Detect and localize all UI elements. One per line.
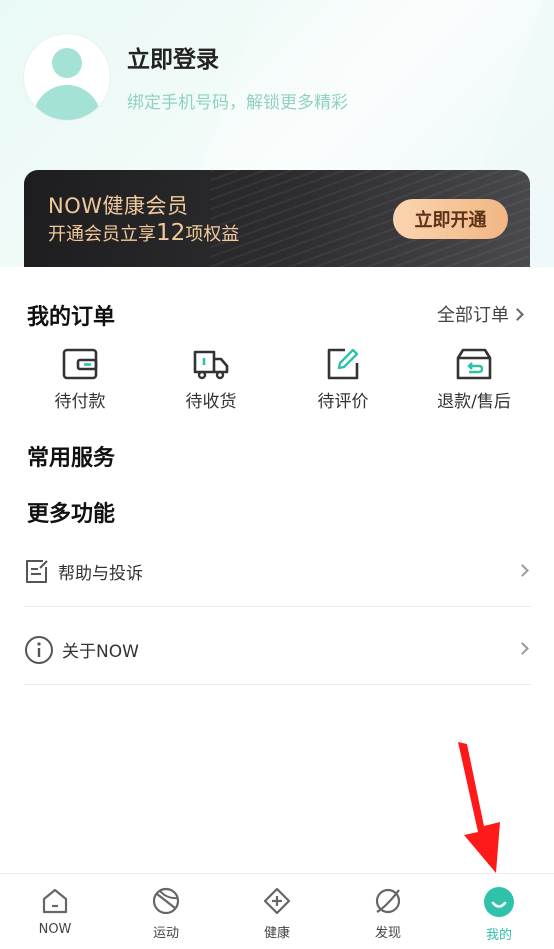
order-pending-payment[interactable]: 待付款 [30,347,130,412]
chevron-right-icon [516,564,529,577]
more-features-title: 更多功能 [27,502,116,527]
tab-health[interactable]: 健康 [237,886,317,941]
tab-label: 发现 [374,926,401,941]
return-box-icon [456,348,492,380]
annotation-arrow [458,742,500,873]
tab-label: 健康 [263,926,290,941]
planet-icon [375,888,401,914]
avatar-body [33,85,101,120]
vip-activate-button[interactable]: 立即开通 [393,199,508,239]
vip-sub-prefix: 开通会员立享 [48,224,156,245]
order-item-label: 待收货 [185,392,237,412]
vip-sub-suffix: 项权益 [185,224,240,245]
tab-label: 运动 [152,926,179,941]
health-plus-icon [263,887,291,915]
order-pending-review[interactable]: 待评价 [293,347,393,412]
all-orders-label: 全部订单 [437,305,509,326]
order-pending-receipt[interactable]: 待收货 [161,347,261,412]
edit-icon [327,348,359,380]
truck-icon [193,350,229,380]
order-item-label: 待评价 [317,392,369,412]
order-refund-aftersale[interactable]: 退款/售后 [424,347,524,412]
tab-label: 我的 [485,928,512,943]
order-shortcuts: 待付款 待收货 待评价 退款/售后 [0,347,554,417]
common-services-title: 常用服务 [27,446,116,471]
menu-item-help[interactable]: 帮助与投诉 [24,537,531,607]
tab-now[interactable]: NOW [15,886,95,937]
ball-icon [152,887,180,915]
home-icon [42,888,68,914]
menu-item-label: 关于NOW [62,642,139,662]
order-item-label: 待付款 [54,392,106,412]
tab-label: NOW [38,922,72,937]
menu-item-about[interactable]: 关于NOW [24,615,531,685]
vip-subtitle: 开通会员立享12项权益 [48,220,239,246]
avatar[interactable] [24,34,110,120]
orders-title: 我的订单 [27,305,116,330]
vip-sub-number: 12 [156,220,186,246]
smile-icon [484,887,514,917]
menu-item-label: 帮助与投诉 [58,564,143,584]
tab-discover[interactable]: 发现 [348,886,428,941]
order-item-label: 退款/售后 [437,392,511,412]
bottom-tabbar: NOW 运动 健康 发现 我的 [0,873,554,949]
login-subtitle[interactable]: 绑定手机号码，解锁更多精彩 [127,88,348,113]
wallet-icon [62,348,98,380]
avatar-head [52,48,82,78]
info-icon [25,635,53,664]
vip-card[interactable]: NOW健康会员 开通会员立享12项权益 立即开通 [24,170,530,270]
vip-title: NOW健康会员 [48,194,189,218]
tab-mine[interactable]: 我的 [459,886,539,943]
tab-sport[interactable]: 运动 [126,886,206,941]
chevron-right-icon [511,307,524,321]
help-note-icon [26,559,48,583]
chevron-right-icon [516,642,529,655]
all-orders-link[interactable]: 全部订单 [437,301,524,327]
login-title[interactable]: 立即登录 [127,40,219,74]
